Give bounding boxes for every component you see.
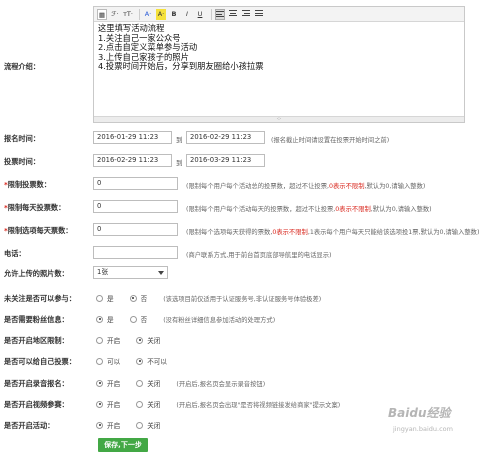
editor-toolbar: ▦ ℱ· тT· A· A· B I U [94, 7, 464, 22]
font-color-button[interactable]: A· [143, 9, 153, 20]
photos-select[interactable]: 1张 [93, 266, 168, 279]
align-left-icon[interactable] [215, 8, 225, 20]
align-center-icon[interactable] [228, 9, 238, 20]
chevron-down-icon [158, 271, 164, 275]
region-option-on[interactable]: 开启 [96, 335, 120, 345]
radio-checked-icon [96, 400, 103, 408]
radio-checked-icon [96, 315, 103, 323]
bold-button[interactable]: B [169, 9, 179, 20]
rich-text-editor[interactable]: ▦ ℱ· тT· A· A· B I U 这里填写活动流程 1.关注自己一家公众… [93, 6, 465, 123]
limit-daily-input[interactable]: 0 [93, 200, 178, 213]
vote-start-input[interactable]: 2016-02-29 11:23 [93, 154, 172, 167]
self-vote-option-no[interactable]: 不可以 [136, 356, 167, 366]
radio-icon [96, 336, 103, 344]
underline-button[interactable]: U [195, 9, 205, 20]
limit-daily-label: *限制每天投票数： [4, 203, 66, 212]
phone-label: 电话： [4, 249, 26, 258]
limit-option-label: *限制选项每天票数： [4, 226, 73, 235]
photos-selected-value: 1张 [97, 268, 109, 276]
signup-start-input[interactable]: 2016-01-29 11:23 [93, 131, 172, 144]
editor-line: 4.投票时间开始后，分享到朋友圈给小孩拉票 [98, 61, 264, 72]
font-size-button[interactable]: тT· [123, 9, 133, 20]
auth-radio-group: 是 否 (该选项目前仅适用于认证服务号,非认证服务号体验极差) [96, 293, 321, 303]
vote-time-label: 投票时间： [4, 157, 40, 166]
enroll-hint: (开启后,报名页会显示录音按钮) [176, 380, 266, 388]
radio-icon [136, 379, 144, 387]
auth-label: 未关注是否可以参与： [4, 294, 76, 303]
enroll-option-on[interactable]: 开启 [96, 378, 120, 388]
source-icon[interactable]: ▦ [97, 8, 107, 20]
fans-option-yes[interactable]: 是 [96, 314, 114, 324]
radio-icon [96, 357, 103, 365]
auth-option-no[interactable]: 否 [129, 293, 147, 303]
region-label: 是否开启地区限制： [4, 336, 69, 345]
region-option-off[interactable]: 关闭 [136, 335, 160, 345]
radio-checked-icon [129, 294, 137, 302]
align-right-icon[interactable] [241, 9, 251, 20]
fans-label: 是否需要粉丝信息： [4, 315, 69, 324]
self-vote-option-yes[interactable]: 可以 [96, 356, 120, 366]
enroll-radio-group: 开启 关闭 (开启后,报名页会显示录音按钮) [96, 378, 265, 388]
radio-icon [129, 315, 137, 323]
self-vote-label: 是否可以给自己投票： [4, 357, 76, 366]
activity-radio-group: 开启 关闭 [96, 420, 176, 430]
vote-end-input[interactable]: 2016-03-29 11:23 [186, 154, 265, 167]
radio-checked-icon [96, 421, 103, 429]
toolbar-divider [211, 8, 212, 20]
limit-option-hint: (限制每个选项每天获得的票数,0表示不限制,1表示每个用户每天只能给该选项投1票… [186, 229, 480, 236]
limit-option-input[interactable]: 0 [93, 223, 178, 236]
intro-label: 流程介绍： [4, 62, 40, 71]
region-radio-group: 开启 关闭 [96, 335, 176, 345]
baidu-watermark-url: jingyan.baidu.com [393, 425, 453, 433]
editor-content[interactable]: 这里填写活动流程 1.关注自己一家公众号 2.点击自定义菜单参与活动 3.上传自… [94, 22, 464, 74]
enroll-label: 是否开启录音报名： [4, 379, 69, 388]
italic-button[interactable]: I [182, 9, 192, 20]
phone-hint: (商户联系方式,用于前台首页底部导航里的电话显示) [186, 252, 332, 259]
signup-end-input[interactable]: 2016-02-29 11:23 [186, 131, 265, 144]
activity-label: 是否开启活动： [4, 421, 55, 430]
limit-daily-hint: (限制每个用户每个活动每天的投票数，超过不让投票,0表示不限制,默认为0,请输入… [186, 206, 432, 213]
toolbar-divider [139, 8, 140, 20]
limit-total-hint: (限制每个用户每个活动总的投票数，超过不让投票,0表示不限制,默认为0,请输入整… [186, 183, 426, 190]
activity-option-on[interactable]: 开启 [96, 420, 120, 430]
editor-resize-handle[interactable]: ·:· [94, 116, 464, 122]
limit-total-label: *限制投票数： [4, 180, 51, 189]
radio-icon [96, 294, 103, 302]
baidu-watermark: Baidu经验 [388, 406, 451, 420]
fans-hint: (没有粉丝详细信息参加活动的处理方式) [163, 316, 276, 324]
video-radio-group: 开启 关闭 (开启后,报名页会出现"是否将视频链接发给商家"提示文案) [96, 399, 340, 409]
photos-label: 允许上传的照片数： [4, 269, 69, 278]
auth-option-yes[interactable]: 是 [96, 293, 114, 303]
limit-total-input[interactable]: 0 [93, 177, 178, 190]
vote-sep: 到 [176, 159, 183, 167]
radio-checked-icon [136, 336, 144, 344]
video-hint: (开启后,报名页会出现"是否将视频链接发给商家"提示文案) [176, 401, 341, 409]
video-label: 是否开启视频参赛： [4, 400, 69, 409]
enroll-option-off[interactable]: 关闭 [136, 378, 160, 388]
activity-option-off[interactable]: 关闭 [136, 420, 160, 430]
save-next-button[interactable]: 保存,下一步 [98, 438, 148, 452]
highlight-button[interactable]: A· [156, 8, 166, 20]
radio-icon [136, 400, 144, 408]
radio-icon [136, 421, 144, 429]
list-icon[interactable] [254, 9, 264, 20]
auth-hint: (该选项目前仅适用于认证服务号,非认证服务号体验极差) [163, 295, 322, 303]
video-option-off[interactable]: 关闭 [136, 399, 160, 409]
fans-radio-group: 是 否 (没有粉丝详细信息参加活动的处理方式) [96, 314, 275, 324]
signup-sep: 到 [176, 136, 183, 144]
font-family-button[interactable]: ℱ· [110, 9, 120, 20]
signup-hint: (报名截止时间请设置在投票开始时间之前) [271, 137, 390, 144]
fans-option-no[interactable]: 否 [129, 314, 147, 324]
signup-time-label: 报名时间： [4, 134, 40, 143]
radio-checked-icon [136, 357, 144, 365]
phone-input[interactable] [93, 246, 178, 259]
self-vote-radio-group: 可以 不可以 [96, 356, 183, 366]
radio-checked-icon [96, 379, 103, 387]
video-option-on[interactable]: 开启 [96, 399, 120, 409]
